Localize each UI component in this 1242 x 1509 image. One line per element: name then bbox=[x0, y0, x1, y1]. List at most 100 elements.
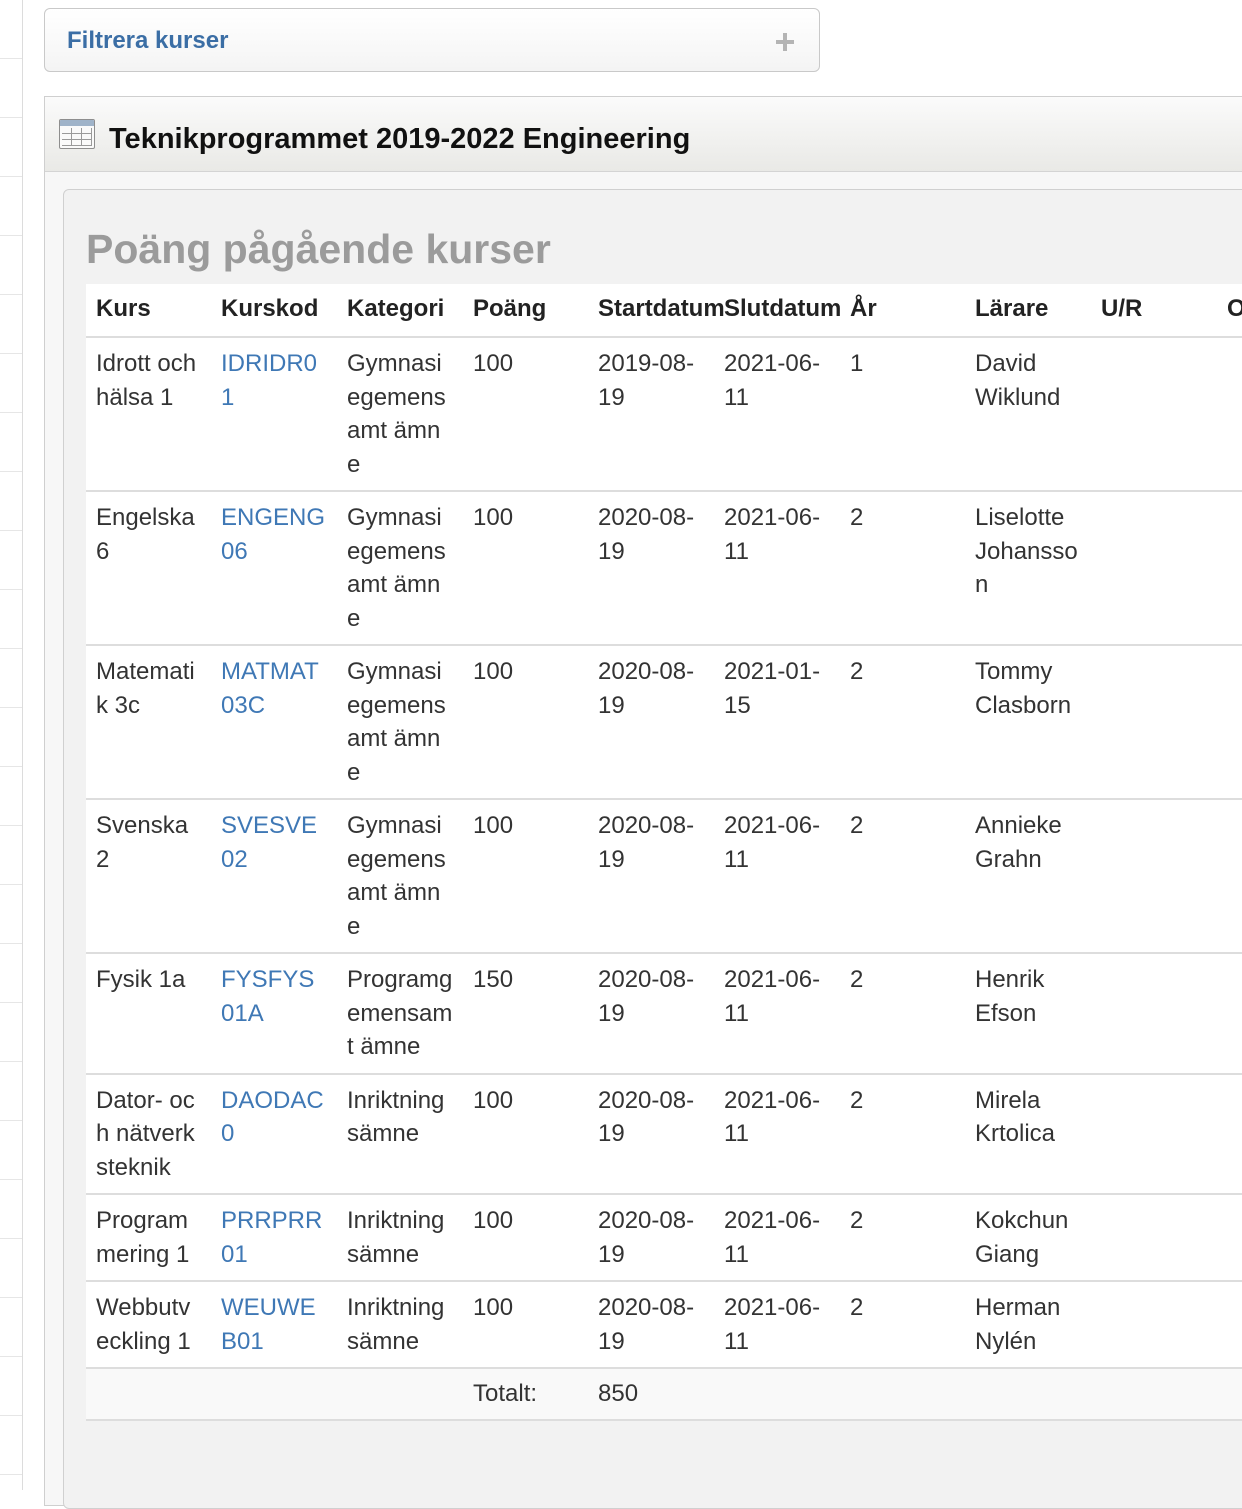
cell-startdatum: 2019-08-19 bbox=[588, 336, 714, 491]
cell-poang: 100 bbox=[463, 1193, 588, 1281]
cell-slutdatum: 2021-06-11 bbox=[714, 1072, 840, 1194]
filter-courses-title[interactable]: Filtrera kurser bbox=[67, 27, 228, 55]
cell-larare: Liselotte Johansson bbox=[965, 490, 1091, 645]
cell-slutdatum: 2021-06-11 bbox=[714, 952, 840, 1074]
cell-startdatum: 2020-08-19 bbox=[588, 798, 714, 953]
cell-slutdatum: 2021-06-11 bbox=[714, 490, 840, 645]
cell-poang: 100 bbox=[463, 1072, 588, 1194]
cell-kurs: Matematik 3c bbox=[86, 644, 211, 799]
table-row: Dator- och nätverksteknik DAODAC0 Inrikt… bbox=[86, 1072, 1242, 1194]
table-row: Svenska 2 SVESVE02 Gymnasiegemensamt ämn… bbox=[86, 798, 1242, 953]
table-header-row: Kurs Kurskod Kategori Poäng Startdatum S… bbox=[86, 284, 1242, 338]
cell-larare: Annieke Grahn bbox=[965, 798, 1091, 953]
cell-ar: 2 bbox=[840, 798, 965, 953]
cell-ur bbox=[1091, 644, 1217, 799]
cell-kurs: Fysik 1a bbox=[86, 952, 211, 1074]
cell-kategori: Gymnasiegemensamt ämne bbox=[337, 490, 463, 645]
cell-kurskod-link[interactable]: IDRIDR01 bbox=[211, 336, 337, 491]
column-header-larare[interactable]: Lärare bbox=[965, 284, 1091, 338]
cell-larare: Mirela Krtolica bbox=[965, 1072, 1091, 1194]
cell-kategori: Inriktningsämne bbox=[337, 1280, 463, 1368]
cell-ar: 2 bbox=[840, 490, 965, 645]
cell-kurskod-link[interactable]: WEUWEB01 bbox=[211, 1280, 337, 1368]
column-header-kurskod[interactable]: Kurskod bbox=[211, 284, 337, 338]
cell-ur bbox=[1091, 490, 1217, 645]
cell-ur bbox=[1091, 336, 1217, 491]
cell-startdatum: 2020-08-19 bbox=[588, 952, 714, 1074]
cell-kategori: Programgemensamt ämne bbox=[337, 952, 463, 1074]
cell-kurskod-link[interactable]: FYSFYS01A bbox=[211, 952, 337, 1074]
courses-table: Kurs Kurskod Kategori Poäng Startdatum S… bbox=[86, 284, 1242, 1421]
column-header-startdatum[interactable]: Startdatum bbox=[588, 284, 725, 338]
table-row: Fysik 1a FYSFYS01A Programgemensamt ämne… bbox=[86, 952, 1242, 1074]
cell-kategori: Gymnasiegemensamt ämne bbox=[337, 336, 463, 491]
cell-larare: David Wiklund bbox=[965, 336, 1091, 491]
cell-kategori: Inriktningsämne bbox=[337, 1072, 463, 1194]
column-header-kurs[interactable]: Kurs bbox=[86, 284, 211, 338]
cell-kurskod-link[interactable]: SVESVE02 bbox=[211, 798, 337, 953]
cell-ar: 2 bbox=[840, 644, 965, 799]
column-header-slutdatum[interactable]: Slutdatum bbox=[714, 284, 841, 338]
cell-ar: 2 bbox=[840, 1072, 965, 1194]
column-header-poang[interactable]: Poäng bbox=[463, 284, 588, 338]
cell-ar: 2 bbox=[840, 1193, 965, 1281]
cell-ar: 1 bbox=[840, 336, 965, 491]
cell-kurs: Engelska 6 bbox=[86, 490, 211, 645]
cell-kurskod-link[interactable]: ENGENG06 bbox=[211, 490, 337, 645]
cell-kurs: Dator- och nätverksteknik bbox=[86, 1072, 211, 1194]
column-header-ar[interactable]: År bbox=[840, 284, 965, 338]
cell-ur bbox=[1091, 1072, 1217, 1194]
program-title: Teknikprogrammet 2019-2022 Engineering bbox=[109, 123, 691, 155]
cell-kategori: Gymnasiegemensamt ämne bbox=[337, 798, 463, 953]
cell-kategori: Gymnasiegemensamt ämne bbox=[337, 644, 463, 799]
cell-poang: 100 bbox=[463, 336, 588, 491]
cell-kurskod-link[interactable]: MATMAT03C bbox=[211, 644, 337, 799]
cell-extra bbox=[1217, 798, 1242, 953]
total-label: Totalt: bbox=[463, 1367, 588, 1421]
cell-startdatum: 2020-08-19 bbox=[588, 644, 714, 799]
cell-kurs: Programmering 1 bbox=[86, 1193, 211, 1281]
cell-extra bbox=[1217, 644, 1242, 799]
section-title: Poäng pågående kurser bbox=[86, 226, 551, 272]
table-row: Idrott och hälsa 1 IDRIDR01 Gymnasiegeme… bbox=[86, 336, 1242, 491]
plus-icon[interactable] bbox=[775, 31, 795, 51]
cell-larare: Kokchun Giang bbox=[965, 1193, 1091, 1281]
cell-slutdatum: 2021-06-11 bbox=[714, 1280, 840, 1368]
column-header-kategori[interactable]: Kategori bbox=[337, 284, 463, 338]
cell-extra bbox=[1217, 952, 1242, 1074]
column-header-extra[interactable]: O bbox=[1217, 284, 1242, 338]
program-panel: Teknikprogrammet 2019-2022 Engineering P… bbox=[44, 96, 1242, 1509]
cell-poang: 100 bbox=[463, 1280, 588, 1368]
cell-kurskod-link[interactable]: PRRPRR01 bbox=[211, 1193, 337, 1281]
column-header-ur[interactable]: U/R bbox=[1091, 284, 1217, 338]
cell-extra bbox=[1217, 336, 1242, 491]
cell-poang: 150 bbox=[463, 952, 588, 1074]
cell-kategori: Inriktningsämne bbox=[337, 1193, 463, 1281]
cell-kurs: Svenska 2 bbox=[86, 798, 211, 953]
table-row: Matematik 3c MATMAT03C Gymnasiegemensamt… bbox=[86, 644, 1242, 799]
cell-startdatum: 2020-08-19 bbox=[588, 490, 714, 645]
cell-ur bbox=[1091, 1193, 1217, 1281]
cell-slutdatum: 2021-06-11 bbox=[714, 336, 840, 491]
cell-poang: 100 bbox=[463, 490, 588, 645]
cell-startdatum: 2020-08-19 bbox=[588, 1072, 714, 1194]
total-row: Totalt: 850 bbox=[86, 1367, 1242, 1421]
cell-kurskod-link[interactable]: DAODAC0 bbox=[211, 1072, 337, 1194]
cell-ur bbox=[1091, 798, 1217, 953]
cell-kurs: Webbutveckling 1 bbox=[86, 1280, 211, 1368]
table-row: Engelska 6 ENGENG06 Gymnasiegemensamt äm… bbox=[86, 490, 1242, 645]
cell-poang: 100 bbox=[463, 798, 588, 953]
filter-courses-panel[interactable]: Filtrera kurser bbox=[44, 8, 820, 72]
cell-poang: 100 bbox=[463, 644, 588, 799]
cell-ur bbox=[1091, 1280, 1217, 1368]
cell-extra bbox=[1217, 1072, 1242, 1194]
cell-startdatum: 2020-08-19 bbox=[588, 1280, 714, 1368]
table-row: Programmering 1 PRRPRR01 Inriktningsämne… bbox=[86, 1193, 1242, 1281]
table-icon bbox=[59, 119, 95, 149]
left-rail bbox=[0, 0, 23, 1490]
cell-larare: Henrik Efson bbox=[965, 952, 1091, 1074]
cell-ar: 2 bbox=[840, 1280, 965, 1368]
table-row: Webbutveckling 1 WEUWEB01 Inriktningsämn… bbox=[86, 1280, 1242, 1368]
cell-slutdatum: 2021-06-11 bbox=[714, 1193, 840, 1281]
cell-extra bbox=[1217, 490, 1242, 645]
